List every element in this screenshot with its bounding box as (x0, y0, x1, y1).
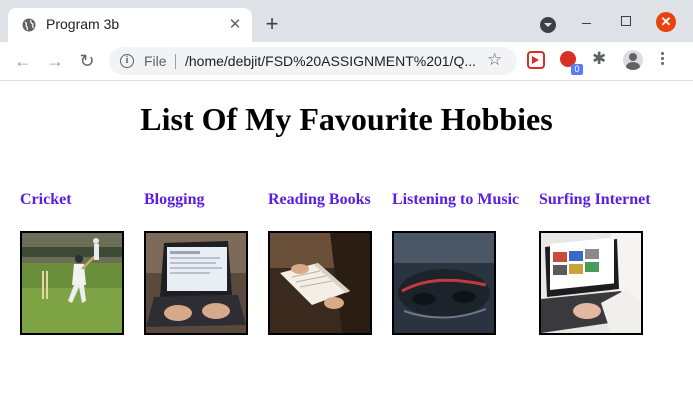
reload-icon[interactable]: ↻ (76, 50, 98, 72)
tab-close-icon[interactable]: ✕ (226, 16, 244, 34)
reading-image (268, 231, 372, 335)
page-content: List Of My Favourite Hobbies Cricket Blo… (0, 81, 693, 419)
music-image (392, 231, 496, 335)
browser-toolbar: ← → ↻ i File /home/debjit/FSD%20ASSIGNME… (0, 42, 693, 81)
page-heading: List Of My Favourite Hobbies (140, 101, 553, 137)
back-arrow-icon[interactable]: ← (12, 50, 34, 72)
extension-badge: 0 (571, 64, 583, 75)
info-icon[interactable]: i (120, 54, 134, 68)
address-bar[interactable]: i File /home/debjit/FSD%20ASSIGNMENT%201… (109, 47, 517, 75)
hobby-label-internet[interactable]: Surfing Internet (539, 191, 651, 209)
tab-title: Program 3b (46, 16, 120, 32)
tab-search-icon[interactable] (540, 17, 556, 33)
profile-avatar[interactable] (623, 50, 643, 70)
cricket-image (20, 231, 124, 335)
scheme-label: File (144, 53, 167, 69)
new-tab-button[interactable]: + (262, 13, 282, 35)
extensions-puzzle-icon[interactable]: ✱ (592, 49, 606, 69)
hobby-label-reading[interactable]: Reading Books (268, 191, 371, 209)
hobby-label-blogging[interactable]: Blogging (144, 191, 204, 209)
extension-play-icon[interactable] (527, 51, 545, 69)
hobby-label-cricket[interactable]: Cricket (20, 191, 72, 209)
kebab-menu-icon[interactable] (661, 52, 665, 68)
forward-arrow-icon[interactable]: → (44, 50, 66, 72)
omnibox-divider (175, 54, 176, 69)
minimize-button[interactable] (580, 13, 594, 27)
globe-icon (22, 18, 36, 32)
browser-titlebar: Program 3b ✕ + ✕ (0, 0, 693, 42)
blogging-image (144, 231, 248, 335)
maximize-button[interactable] (621, 16, 631, 26)
internet-image (539, 231, 643, 335)
hobby-label-music[interactable]: Listening to Music (392, 191, 519, 209)
bookmark-star-icon[interactable]: ☆ (487, 50, 502, 70)
window-close-button[interactable]: ✕ (656, 12, 676, 32)
url-text[interactable]: /home/debjit/FSD%20ASSIGNMENT%201/Q... (185, 53, 476, 69)
browser-tab[interactable]: Program 3b ✕ (8, 8, 252, 42)
